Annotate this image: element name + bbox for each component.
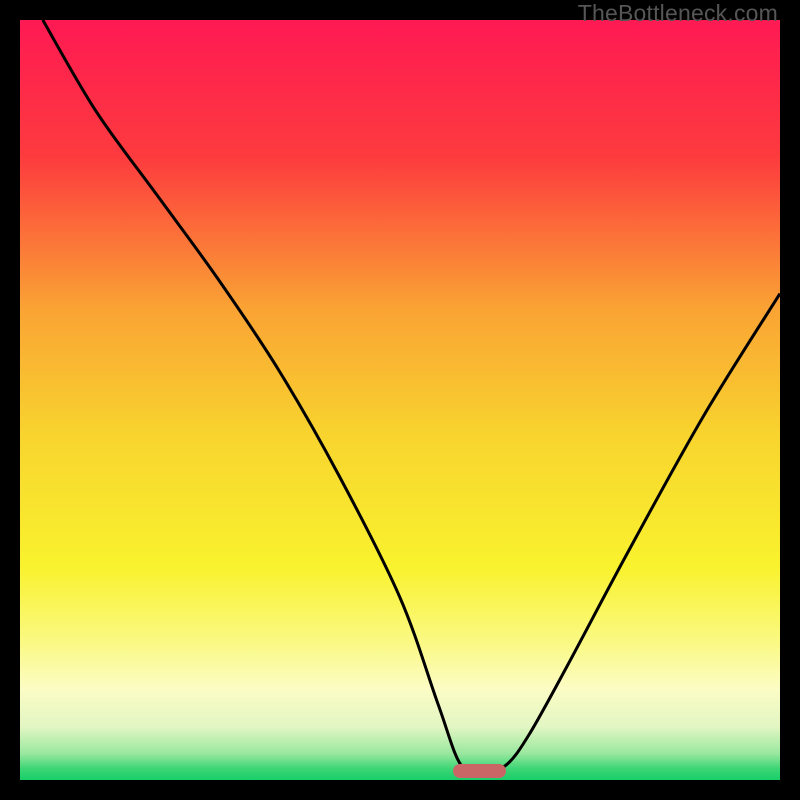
curve-path <box>43 20 780 773</box>
minimum-marker <box>453 764 506 778</box>
watermark-text: TheBottleneck.com <box>578 0 778 27</box>
bottleneck-curve <box>20 20 780 780</box>
chart-frame <box>20 20 780 780</box>
